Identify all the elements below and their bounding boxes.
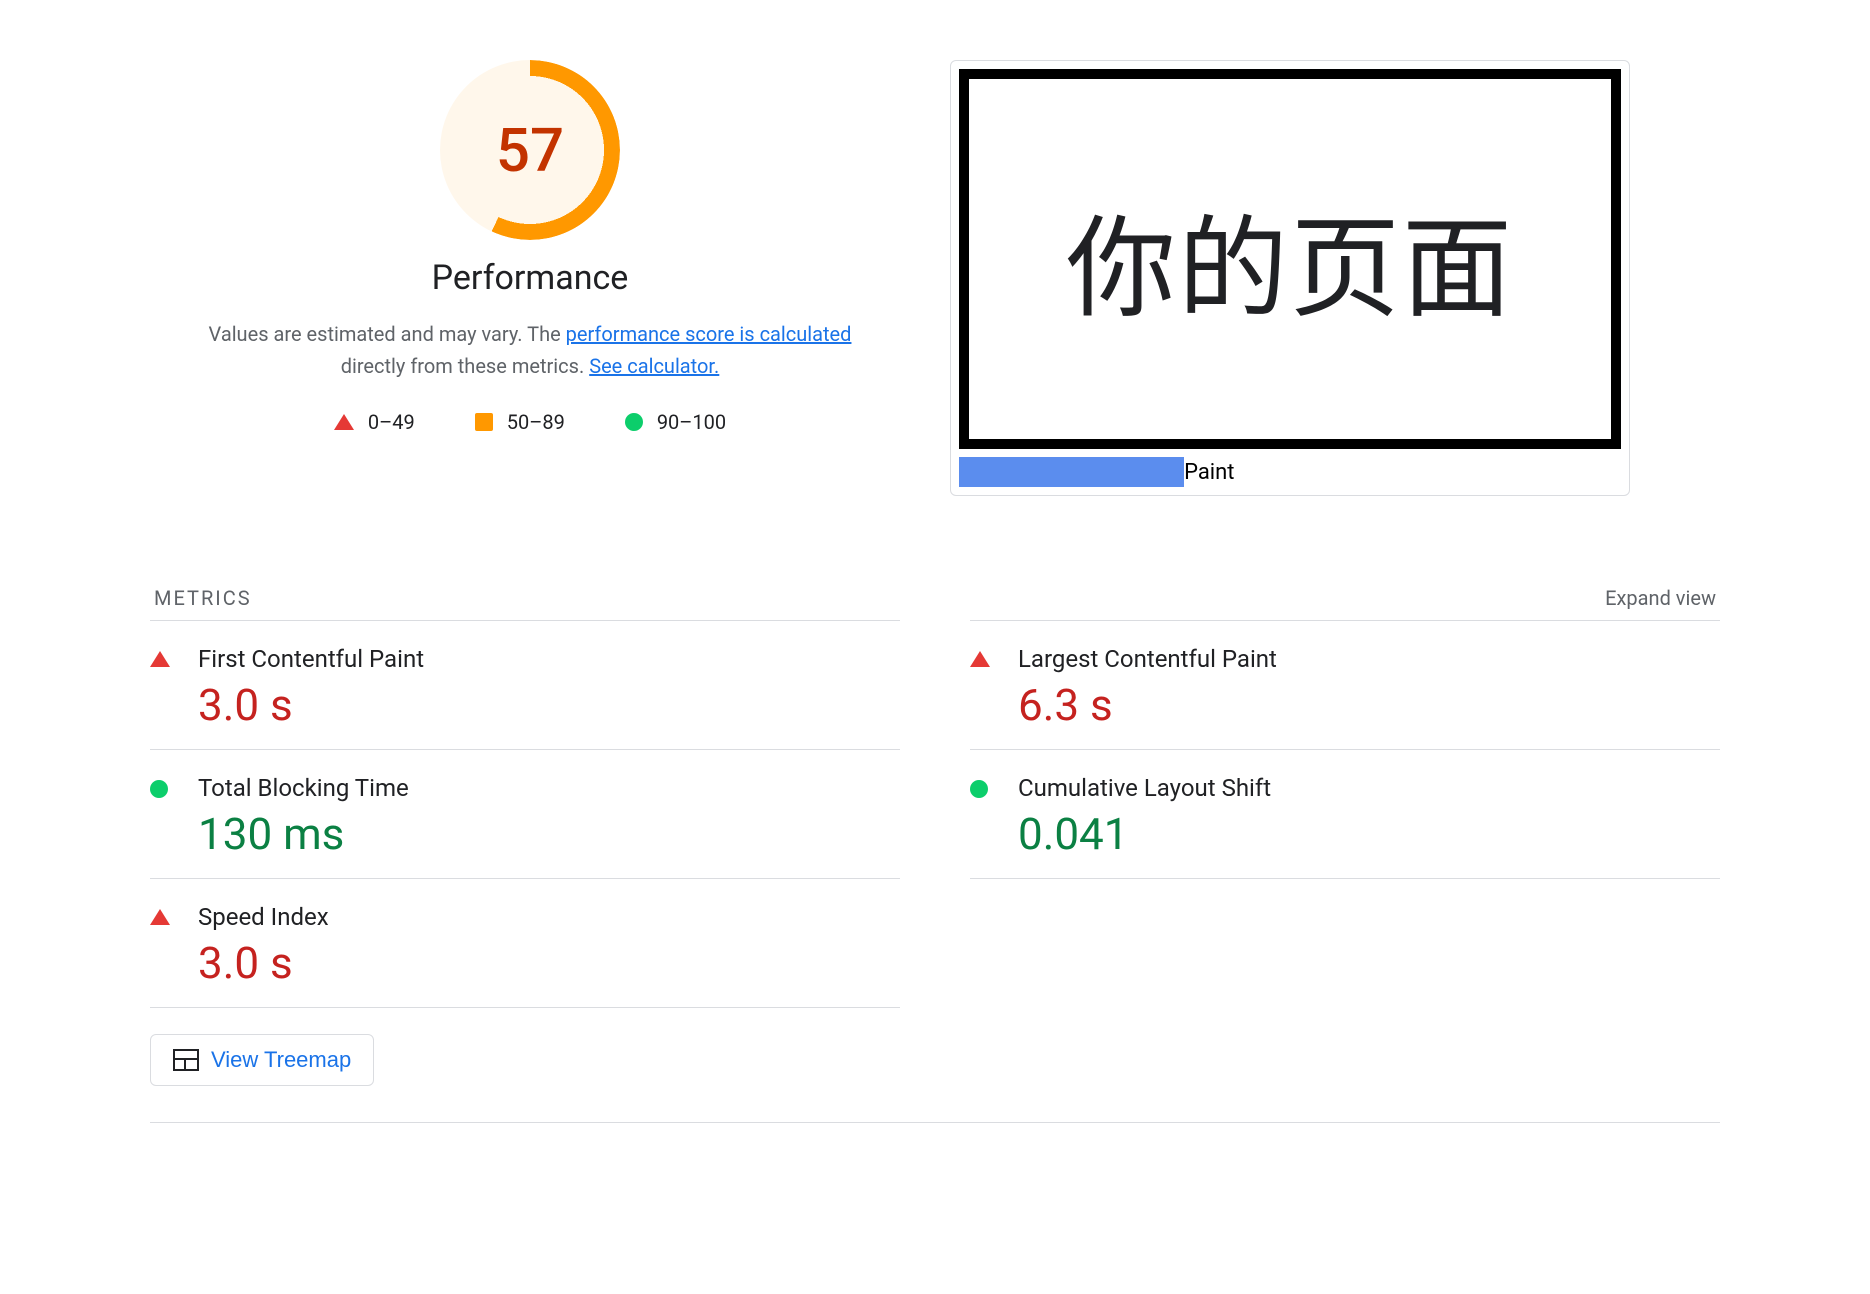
metric-row: Total Blocking Time 130 ms	[150, 749, 900, 878]
score-description: Values are estimated and may vary. The p…	[200, 318, 860, 382]
triangle-red-icon	[150, 909, 174, 925]
circle-green-icon	[625, 413, 643, 431]
legend-item-green: 90–100	[625, 410, 726, 434]
metrics-section-title: METRICS	[154, 586, 252, 610]
preview-timeline: Paint	[959, 457, 1621, 487]
score-legend: 0–49 50–89 90–100	[334, 410, 726, 434]
metric-value: 3.0 s	[198, 679, 900, 731]
metrics-col-right: Largest Contentful Paint 6.3 s Cumulativ…	[970, 620, 1720, 1008]
page-preview: 你的页面 Paint	[950, 60, 1630, 496]
treemap-button-label: View Treemap	[211, 1047, 351, 1073]
square-orange-icon	[475, 413, 493, 431]
top-row: 57 Performance Values are estimated and …	[150, 60, 1720, 496]
metrics-header: METRICS Expand view	[150, 586, 1720, 620]
circle-green-icon	[970, 780, 994, 798]
score-title: Performance	[432, 258, 629, 298]
expand-view-link[interactable]: Expand view	[1605, 586, 1716, 610]
metric-row: Speed Index 3.0 s	[150, 878, 900, 1008]
metric-label: Speed Index	[198, 903, 900, 931]
metric-row: Cumulative Layout Shift 0.041	[970, 749, 1720, 879]
treemap-icon	[173, 1049, 199, 1071]
score-gauge: 57	[440, 60, 620, 240]
triangle-red-icon	[970, 651, 994, 667]
metric-value: 0.041	[1018, 808, 1720, 860]
legend-item-orange: 50–89	[475, 410, 565, 434]
score-value: 57	[440, 60, 620, 240]
metric-row: Largest Contentful Paint 6.3 s	[970, 620, 1720, 749]
score-column: 57 Performance Values are estimated and …	[150, 60, 910, 434]
metric-label: Largest Contentful Paint	[1018, 645, 1720, 673]
metric-body: Cumulative Layout Shift 0.041	[1018, 774, 1720, 860]
metric-label: Cumulative Layout Shift	[1018, 774, 1720, 802]
metric-value: 130 ms	[198, 808, 900, 860]
preview-bar-fill	[959, 457, 1184, 487]
preview-page-text: 你的页面	[1066, 179, 1514, 339]
metric-body: Total Blocking Time 130 ms	[198, 774, 900, 860]
preview-bar-label: Paint	[1184, 460, 1234, 485]
legend-orange-label: 50–89	[507, 410, 565, 434]
preview-frame: 你的页面	[959, 69, 1621, 449]
bottom-divider	[150, 1122, 1720, 1123]
triangle-red-icon	[334, 414, 354, 430]
see-calculator-link[interactable]: See calculator.	[589, 354, 719, 378]
metric-label: First Contentful Paint	[198, 645, 900, 673]
score-desc-middle: directly from these metrics.	[341, 354, 590, 378]
metric-row: First Contentful Paint 3.0 s	[150, 620, 900, 749]
metrics-grid: First Contentful Paint 3.0 s Total Block…	[150, 620, 1720, 1008]
metric-body: First Contentful Paint 3.0 s	[198, 645, 900, 731]
view-treemap-button[interactable]: View Treemap	[150, 1034, 374, 1086]
metric-body: Speed Index 3.0 s	[198, 903, 900, 989]
legend-red-label: 0–49	[368, 410, 415, 434]
metric-value: 3.0 s	[198, 937, 900, 989]
performance-score-link[interactable]: performance score is calculated	[566, 322, 852, 346]
circle-green-icon	[150, 780, 174, 798]
score-desc-prefix: Values are estimated and may vary. The	[209, 322, 566, 346]
triangle-red-icon	[150, 651, 174, 667]
legend-green-label: 90–100	[657, 410, 726, 434]
metric-label: Total Blocking Time	[198, 774, 900, 802]
metric-body: Largest Contentful Paint 6.3 s	[1018, 645, 1720, 731]
metric-value: 6.3 s	[1018, 679, 1720, 731]
legend-item-red: 0–49	[334, 410, 415, 434]
metrics-col-left: First Contentful Paint 3.0 s Total Block…	[150, 620, 900, 1008]
